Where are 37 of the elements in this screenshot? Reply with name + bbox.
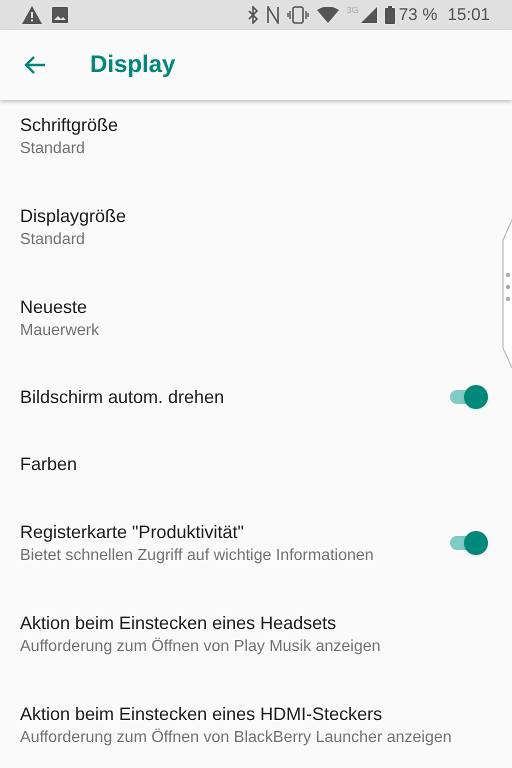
setting-summary: Bietet schnellen Zugriff auf wichtige Informationen <box>20 546 375 566</box>
setting-title: Aktion beim Einstecken eines HDMI-Steckers <box>20 702 384 726</box>
setting-summary: Standard <box>20 230 86 250</box>
settings-item[interactable]: Aktion beim Einstecken eines Headsets Aufforderung zum Öffnen von Play Musik anzeigen <box>0 588 498 679</box>
settings-item[interactable]: Farben <box>0 430 498 497</box>
toggle-switch[interactable] <box>448 530 488 554</box>
settings-item[interactable]: Neueste Mauerwerk <box>0 272 498 363</box>
setting-title: Bildschirm autom. drehen <box>20 386 226 408</box>
wifi-icon <box>316 7 339 23</box>
clock: 15:01 <box>447 4 490 26</box>
settings-item[interactable]: Schriftgröße Standard <box>0 100 498 181</box>
setting-summary: Standard <box>20 138 86 158</box>
toggle-switch[interactable] <box>448 384 488 408</box>
setting-summary: Aufforderung zum Öffnen von Play Musik anzeigen <box>20 636 382 656</box>
setting-title: Schriftgröße <box>20 114 120 136</box>
setting-title: Farben <box>20 452 78 476</box>
bluetooth-icon <box>246 6 259 24</box>
battery-icon <box>384 6 395 24</box>
setting-summary: Aufforderung zum Öffnen von BlackBerry Launcher anzeigen <box>20 728 453 748</box>
settings-item[interactable]: Registerkarte "Produktivität" Bietet schnellen Zugriff auf wichtige Informationen <box>0 497 498 588</box>
signal-icon <box>360 7 377 23</box>
image-icon <box>52 7 68 23</box>
setting-title: Aktion beim Einstecken eines Headsets <box>20 612 338 634</box>
warning-icon <box>22 6 42 24</box>
vibrate-icon <box>286 6 309 24</box>
screen-title: Display <box>90 50 176 80</box>
settings-item[interactable]: Displaygröße Standard <box>0 181 498 272</box>
setting-title: Displaygröße <box>20 204 128 228</box>
setting-title: Neueste <box>20 296 88 318</box>
edge-panel-handle[interactable] <box>500 220 512 368</box>
settings-item[interactable]: Aktion beim Einstecken eines HDMI-Steckers Aufforderung zum Öffnen von BlackBerry Launcher anzeigen <box>0 679 498 768</box>
back-arrow-icon <box>24 55 46 75</box>
battery-percentage: 73 % <box>398 4 438 26</box>
setting-title: Registerkarte "Produktivität" <box>20 520 245 544</box>
setting-summary: Mauerwerk <box>20 320 100 340</box>
settings-item[interactable]: Bildschirm autom. drehen <box>0 363 498 430</box>
nfc-icon <box>266 6 279 24</box>
